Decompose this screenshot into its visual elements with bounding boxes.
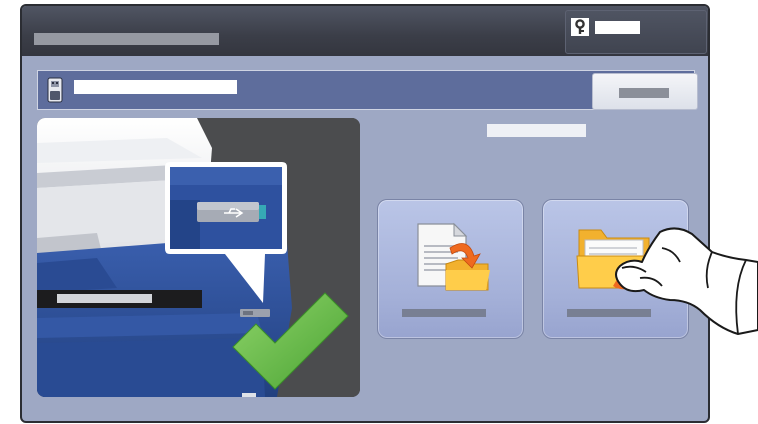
login-label <box>595 21 640 34</box>
scan-to-usb-icon <box>417 222 490 291</box>
title-bar <box>22 6 708 56</box>
usb-insert-illustration <box>37 118 360 397</box>
close-button[interactable] <box>592 73 698 110</box>
page-title <box>34 33 219 45</box>
usb-drive-icon <box>47 77 63 103</box>
login-button[interactable] <box>565 10 707 54</box>
touch-screen <box>20 4 710 423</box>
printer-usb-illustration <box>37 118 360 397</box>
pointing-hand-icon <box>615 227 758 335</box>
usb-status-label <box>74 80 237 94</box>
section-label <box>487 124 586 137</box>
scan-to-usb-label <box>402 309 486 317</box>
scan-to-usb-button[interactable] <box>377 199 524 339</box>
key-icon <box>571 18 589 36</box>
close-label <box>619 88 669 98</box>
